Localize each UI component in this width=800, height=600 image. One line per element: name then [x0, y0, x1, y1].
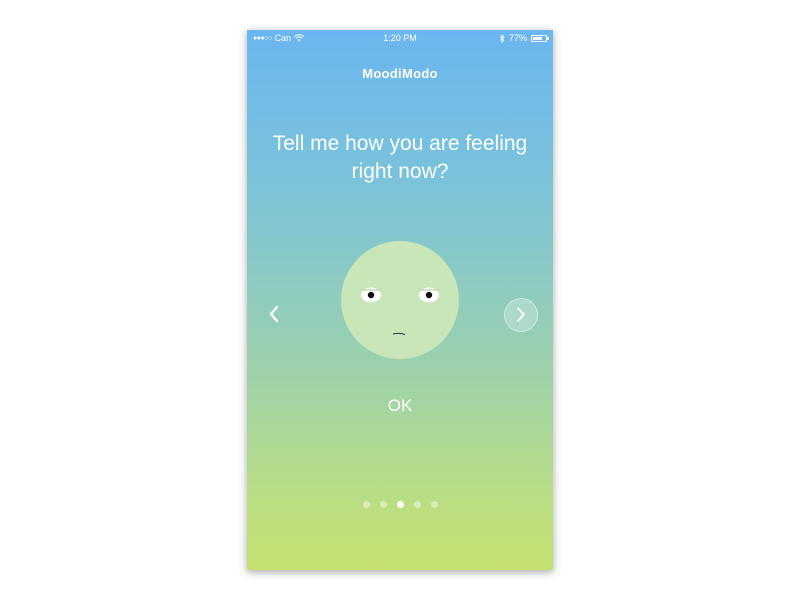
app-title: MoodiModo	[362, 66, 438, 81]
face-circle	[341, 241, 459, 359]
battery-tip	[547, 37, 549, 40]
page-dot[interactable]	[362, 501, 370, 508]
battery-level-fill	[533, 36, 542, 40]
page-dot[interactable]	[413, 501, 421, 508]
page-dot[interactable]	[396, 501, 404, 508]
battery-percent: 77%	[508, 33, 527, 43]
page-dot[interactable]	[379, 501, 387, 508]
status-bar: ●●●○○ Can 1:20 PM 77%	[247, 30, 553, 48]
chevron-left-icon[interactable]	[263, 301, 285, 327]
page-indicator	[247, 501, 553, 508]
left-pupil	[367, 291, 375, 299]
page-dot[interactable]	[430, 501, 438, 508]
status-right: 77%	[499, 33, 549, 43]
next-button[interactable]	[504, 298, 538, 332]
chevron-right-icon	[517, 307, 525, 322]
ok-button[interactable]: OK	[360, 392, 440, 420]
right-pupil	[425, 291, 433, 299]
mood-question: Tell me how you are feeling right now?	[272, 132, 528, 183]
mood-face[interactable]	[340, 240, 460, 360]
phone-screen: ●●●○○ Can 1:20 PM 77% MoodiModo Tell me …	[247, 30, 553, 570]
bluetooth-icon	[499, 33, 505, 43]
battery-icon	[531, 34, 549, 42]
